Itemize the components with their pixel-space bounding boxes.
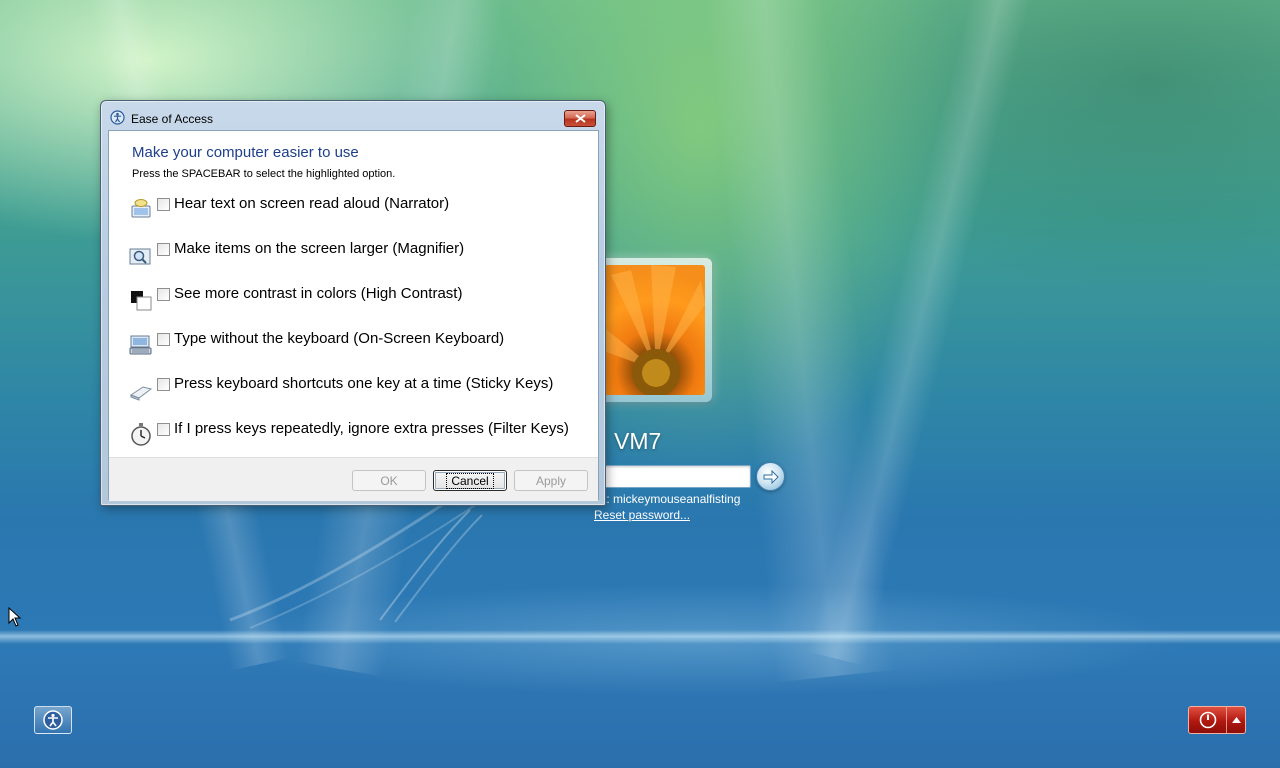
filter-keys-checkbox[interactable] bbox=[157, 423, 170, 436]
ease-of-access-button[interactable] bbox=[34, 706, 72, 734]
power-menu-button[interactable] bbox=[1227, 707, 1245, 733]
high-contrast-checkbox[interactable] bbox=[157, 288, 170, 301]
option-narrator[interactable]: Hear text on screen read aloud (Narrator… bbox=[129, 195, 589, 227]
option-magnifier[interactable]: Make items on the screen larger (Magnifi… bbox=[129, 240, 589, 272]
dialog-title: Ease of Access bbox=[131, 112, 214, 126]
option-on-screen-keyboard[interactable]: Type without the keyboard (On-Screen Key… bbox=[129, 330, 589, 362]
dialog-titlebar[interactable]: Ease of Access bbox=[101, 101, 605, 131]
power-icon bbox=[1199, 711, 1216, 729]
magnifier-checkbox[interactable] bbox=[157, 243, 170, 256]
user-tile[interactable] bbox=[594, 258, 712, 402]
sticky-keys-checkbox[interactable] bbox=[157, 378, 170, 391]
password-input[interactable] bbox=[594, 465, 751, 488]
apply-button[interactable]: Apply bbox=[514, 470, 588, 491]
mouse-cursor-icon bbox=[8, 607, 22, 627]
sticky-keys-icon bbox=[129, 386, 153, 401]
ease-of-access-dialog: Ease of Access Make your computer easier… bbox=[100, 100, 606, 506]
on-screen-keyboard-checkbox[interactable] bbox=[157, 333, 170, 346]
power-options bbox=[1188, 706, 1246, 734]
dialog-content: Make your computer easier to use Press t… bbox=[108, 130, 599, 501]
dialog-instruction: Press the SPACEBAR to select the highlig… bbox=[132, 168, 396, 180]
user-name: VM7 bbox=[614, 428, 662, 454]
wallpaper-horizon-glow bbox=[0, 560, 1280, 760]
dialog-heading: Make your computer easier to use bbox=[132, 144, 359, 161]
cancel-button[interactable]: Cancel bbox=[433, 470, 507, 491]
on-screen-keyboard-icon bbox=[129, 335, 152, 355]
ok-button[interactable]: OK bbox=[352, 470, 426, 491]
narrator-icon bbox=[131, 199, 151, 218]
option-sticky-keys[interactable]: Press keyboard shortcuts one key at a ti… bbox=[129, 375, 589, 407]
option-label: See more contrast in colors (High Contra… bbox=[174, 285, 463, 302]
option-label: Hear text on screen read aloud (Narrator… bbox=[174, 195, 450, 212]
shutdown-button[interactable] bbox=[1189, 707, 1227, 733]
close-icon bbox=[574, 114, 586, 123]
chevron-up-icon bbox=[1231, 717, 1241, 723]
high-contrast-icon bbox=[131, 291, 152, 311]
reset-password-link[interactable]: Reset password... bbox=[594, 508, 690, 522]
flower-image bbox=[601, 265, 705, 395]
option-label: If I press keys repeatedly, ignore extra… bbox=[174, 420, 569, 437]
option-high-contrast[interactable]: See more contrast in colors (High Contra… bbox=[129, 285, 589, 317]
submit-button[interactable] bbox=[756, 462, 785, 491]
user-picture bbox=[601, 265, 705, 395]
close-button[interactable] bbox=[564, 110, 596, 127]
option-label: Press keyboard shortcuts one key at a ti… bbox=[174, 375, 554, 392]
filter-keys-icon bbox=[131, 423, 151, 446]
option-label: Type without the keyboard (On-Screen Key… bbox=[174, 330, 505, 347]
option-filter-keys[interactable]: If I press keys repeatedly, ignore extra… bbox=[129, 420, 589, 452]
ease-of-access-icon bbox=[110, 110, 125, 125]
ease-of-access-icon bbox=[43, 710, 63, 730]
option-label: Make items on the screen larger (Magnifi… bbox=[174, 240, 465, 257]
magnifier-icon bbox=[129, 248, 151, 265]
dialog-footer: OK Cancel Apply bbox=[109, 457, 598, 501]
narrator-checkbox[interactable] bbox=[157, 198, 170, 211]
arrow-right-icon bbox=[763, 469, 779, 484]
cancel-button-label: Cancel bbox=[446, 472, 494, 489]
password-hint: t: mickeymouseanalfisting bbox=[603, 492, 741, 506]
wallpaper-horizon bbox=[0, 630, 1280, 644]
